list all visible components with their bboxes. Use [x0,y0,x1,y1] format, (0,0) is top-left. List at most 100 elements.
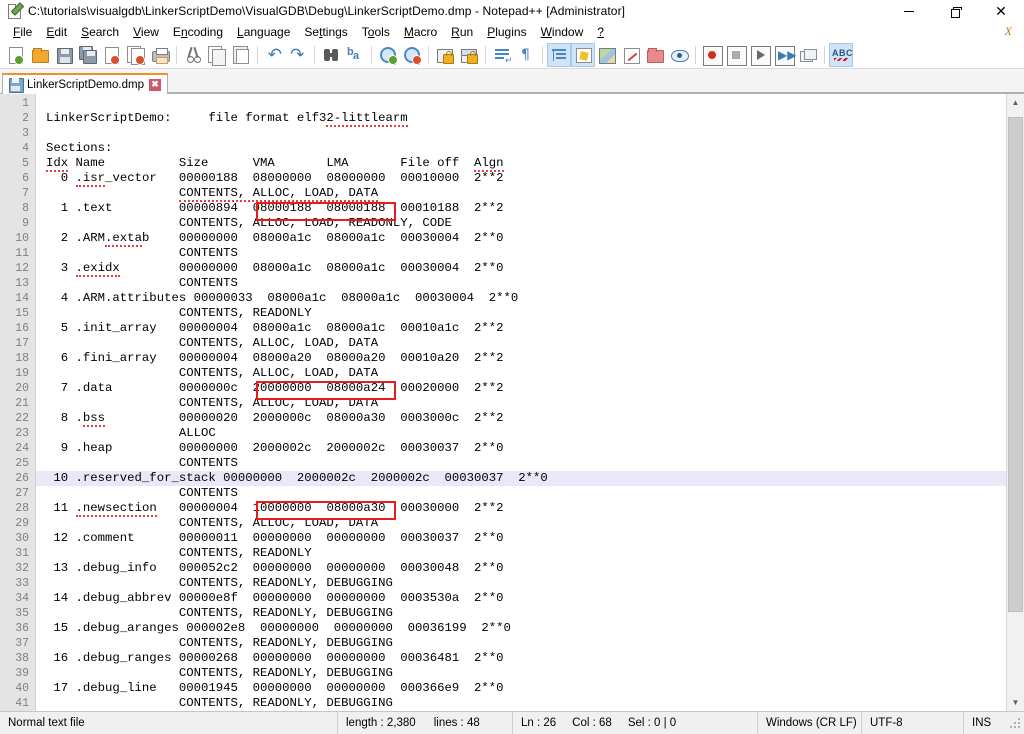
close-window-button[interactable]: ✕ [978,0,1024,22]
paste-icon[interactable] [229,43,253,67]
code-line[interactable]: 9 .heap 00000000 2000002c 2000002c 00030… [36,441,1006,456]
menu-file[interactable]: File [6,23,39,41]
code-line[interactable]: 17 .debug_line 00001945 00000000 0000000… [36,681,1006,696]
save-icon[interactable] [52,43,76,67]
sync-horizontal-scroll-icon[interactable] [457,43,481,67]
code-line[interactable]: Idx Name Size VMA LMA File off Algn [36,156,1006,172]
minimize-button[interactable] [886,0,932,22]
find-icon[interactable] [319,43,343,67]
code-line[interactable]: CONTENTS, ALLOC, LOAD, READONLY, CODE [36,216,1006,231]
save-all-icon[interactable] [76,43,100,67]
menu-edit[interactable]: Edit [39,23,74,41]
code-line[interactable]: Sections: [36,141,1006,156]
open-file-icon[interactable] [28,43,52,67]
code-line[interactable] [36,126,1006,141]
new-file-icon[interactable] [4,43,28,67]
code-line[interactable]: CONTENTS [36,486,1006,501]
code-line[interactable]: 12 .comment 00000011 00000000 00000000 0… [36,531,1006,546]
menu-tools[interactable]: Tools [355,23,397,41]
code-line[interactable]: 15 .debug_aranges 000002e8 00000000 0000… [36,621,1006,636]
code-line[interactable]: CONTENTS, ALLOC, LOAD, DATA [36,336,1006,351]
document-map-icon[interactable] [595,43,619,67]
code-line[interactable]: 7 .data 0000000c 20000000 08000a24 00020… [36,381,1006,396]
menu-run[interactable]: Run [444,23,480,41]
code-line[interactable]: ALLOC [36,426,1006,441]
tab-close-icon[interactable]: ✖ [148,78,161,91]
close-file-icon[interactable] [100,43,124,67]
redo-icon[interactable]: ↷ [286,43,310,67]
code-line[interactable]: CONTENTS, READONLY, DEBUGGING [36,636,1006,651]
code-line[interactable]: 3 .exidx 00000000 08000a1c 08000a1c 0003… [36,261,1006,277]
record-macro-icon[interactable] [700,43,724,67]
code-line[interactable]: 6 .fini_array 00000004 08000a20 08000a20… [36,351,1006,366]
code-line[interactable]: CONTENTS [36,246,1006,261]
scrollbar-track[interactable] [1007,111,1024,694]
show-all-characters-icon[interactable]: ¶ [514,43,538,67]
code-line[interactable]: CONTENTS, READONLY, DEBUGGING [36,576,1006,591]
play-macro-icon[interactable] [748,43,772,67]
code-line[interactable]: CONTENTS, ALLOC, LOAD, DATA [36,396,1006,411]
monitoring-icon[interactable] [667,43,691,67]
code-text-area[interactable]: LinkerScriptDemo: file format elf32-litt… [36,94,1006,711]
code-line[interactable]: CONTENTS, READONLY [36,546,1006,561]
stop-macro-icon[interactable] [724,43,748,67]
menu-language[interactable]: Language [230,23,297,41]
scroll-down-button[interactable]: ▼ [1007,694,1024,711]
code-line[interactable]: 11 .newsection 00000004 10000000 08000a3… [36,501,1006,517]
code-line[interactable]: CONTENTS, READONLY, DEBUGGING [36,606,1006,621]
user-defined-dialog-icon[interactable] [571,43,595,67]
menu-encoding[interactable]: Encoding [166,23,230,41]
close-document-button[interactable]: X [1005,24,1012,39]
code-line[interactable]: 8 .bss 00000020 2000000c 08000a30 000300… [36,411,1006,427]
function-list-icon[interactable] [619,43,643,67]
scroll-up-button[interactable]: ▲ [1007,94,1024,111]
code-line[interactable]: CONTENTS, READONLY [36,306,1006,321]
code-line[interactable]: 10 .reserved_for_stack 00000000 2000002c… [36,471,1006,486]
word-wrap-icon[interactable]: ↵ [490,43,514,67]
code-line[interactable]: 14 .debug_abbrev 00000e8f 00000000 00000… [36,591,1006,606]
code-line[interactable]: 13 .debug_info 000052c2 00000000 0000000… [36,561,1006,576]
vertical-scrollbar[interactable]: ▲ ▼ [1006,94,1024,711]
code-line[interactable]: 2 .ARM.extab 00000000 08000a1c 08000a1c … [36,231,1006,247]
code-line[interactable]: CONTENTS [36,276,1006,291]
menu-settings[interactable]: Settings [297,23,354,41]
replace-icon[interactable]: b a [343,43,367,67]
code-line[interactable]: CONTENTS, READONLY, DEBUGGING [36,666,1006,681]
undo-icon[interactable]: ↷ [262,43,286,67]
tab-linkerscriptdemo-dmp[interactable]: LinkerScriptDemo.dmp ✖ [2,73,168,94]
code-line[interactable] [36,96,1006,111]
code-line[interactable]: CONTENTS, ALLOC, LOAD, DATA [36,186,1006,202]
code-line[interactable]: CONTENTS, ALLOC, LOAD, DATA [36,366,1006,381]
menu-view[interactable]: View [126,23,166,41]
code-line[interactable]: 16 .debug_ranges 00000268 00000000 00000… [36,651,1006,666]
indent-guide-icon[interactable] [547,43,571,67]
code-line[interactable]: 0 .isr_vector 00000188 08000000 08000000… [36,171,1006,187]
spell-check-icon[interactable]: ABC [829,43,853,67]
code-line[interactable]: CONTENTS, ALLOC, LOAD, DATA [36,516,1006,531]
text-editor[interactable]: 1 2 3 4 5 6 7 8 9 10 11 12 13 14 15 16 17 18 19 20 21 22 23 24 2… [0,94,1006,711]
zoom-out-icon[interactable] [400,43,424,67]
code-line[interactable]: LinkerScriptDemo: file format elf32-litt… [36,111,1006,127]
maximize-restore-button[interactable] [932,0,978,22]
sync-vertical-scroll-icon[interactable] [433,43,457,67]
code-line[interactable]: 5 .init_array 00000004 08000a1c 08000a1c… [36,321,1006,336]
menu-window[interactable]: Window [534,23,591,41]
cut-icon[interactable] [181,43,205,67]
code-line[interactable]: 1 .text 00000894 08000188 08000188 00010… [36,201,1006,216]
scrollbar-thumb[interactable] [1008,116,1023,613]
copy-icon[interactable] [205,43,229,67]
print-icon[interactable] [148,43,172,67]
zoom-in-icon[interactable] [376,43,400,67]
menu-plugins[interactable]: Plugins [480,23,533,41]
code-line[interactable]: 4 .ARM.attributes 00000033 08000a1c 0800… [36,291,1006,306]
resize-grip[interactable] [1008,716,1022,730]
close-all-icon[interactable] [124,43,148,67]
save-macro-icon[interactable] [796,43,820,67]
code-line[interactable]: CONTENTS [36,456,1006,471]
menu-help[interactable]: ? [590,23,611,41]
folder-as-workspace-icon[interactable] [643,43,667,67]
menu-macro[interactable]: Macro [397,23,444,41]
menu-search[interactable]: Search [74,23,126,41]
code-line[interactable]: CONTENTS, READONLY, DEBUGGING [36,696,1006,711]
run-macro-multiple-icon[interactable]: ▶▶ [772,43,796,67]
